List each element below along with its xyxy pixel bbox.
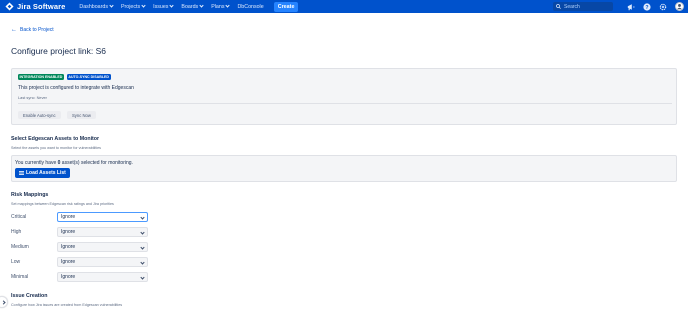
assets-section-title: Select Edgescan Assets to Monitor <box>11 136 100 142</box>
nav-dashboards-label: Dashboards <box>79 3 108 10</box>
integration-status-panel: INTEGRATION ENABLED AUTO-SYNC DISABLED T… <box>11 68 677 125</box>
risk-label-minimal: Minimal <box>11 274 29 280</box>
settings-icon[interactable] <box>659 3 667 11</box>
search-input[interactable] <box>564 3 612 10</box>
chevron-down-icon <box>141 3 146 8</box>
help-icon[interactable]: ? <box>643 2 651 11</box>
nav-plans[interactable]: Plans <box>211 3 231 10</box>
page-title: Configure project link: S6 <box>11 46 106 56</box>
high-priority-select[interactable]: Ignore <box>57 227 148 237</box>
nav-dbconsole[interactable]: DbConsole <box>237 4 263 10</box>
risk-row-critical: Critical Ignore <box>11 212 211 222</box>
user-avatar[interactable] <box>675 2 684 11</box>
list-icon <box>19 171 24 175</box>
back-link-label: Back to Project <box>20 27 54 33</box>
risk-row-medium: Medium Ignore <box>11 242 211 252</box>
minimal-priority-value: Ignore <box>61 274 76 280</box>
nav-plans-label: Plans <box>211 3 225 10</box>
minimal-priority-select[interactable]: Ignore <box>57 272 148 282</box>
risk-mappings-title: Risk Mappings <box>11 192 49 198</box>
load-assets-label: Load Assets List <box>26 170 66 176</box>
back-to-project-link[interactable]: ← Back to Project <box>11 27 54 33</box>
create-button[interactable]: Create <box>273 1 299 12</box>
jira-logo-text: Jira Software <box>17 2 66 11</box>
risk-label-critical: Critical <box>11 214 27 220</box>
integration-enabled-badge: INTEGRATION ENABLED <box>18 74 64 80</box>
risk-label-low: Low <box>11 259 21 265</box>
search-box[interactable] <box>553 2 613 11</box>
chevron-down-icon <box>225 3 231 8</box>
nav-projects-label: Projects <box>120 3 141 10</box>
critical-priority-select[interactable]: Ignore <box>57 212 148 222</box>
divider <box>18 103 672 104</box>
assets-section-subtitle: Select the assets you want to monitor fo… <box>11 146 101 150</box>
medium-priority-value: Ignore <box>61 244 76 250</box>
chevron-down-icon <box>199 3 204 8</box>
nav-boards-label: Boards <box>181 3 199 10</box>
enable-autosync-button[interactable]: Enable Auto-sync <box>18 111 61 119</box>
issue-creation-subtitle: Configure how Jira issues are created fr… <box>11 303 123 307</box>
last-sync-text: Last sync: Never <box>18 95 47 100</box>
chevron-down-icon <box>140 229 145 235</box>
jira-logo[interactable]: Jira Software <box>5 0 65 13</box>
sync-now-button[interactable]: Sync Now <box>67 111 96 119</box>
sidebar-expand-button[interactable] <box>0 296 8 308</box>
nav-issues-label: Issues <box>153 3 169 10</box>
low-priority-value: Ignore <box>61 259 76 265</box>
assets-selection-box: You currently have 0 asset(s) selected f… <box>11 155 677 182</box>
megaphone-icon[interactable] <box>627 3 635 11</box>
search-icon <box>556 4 561 9</box>
nav-projects[interactable]: Projects <box>120 3 146 10</box>
top-navigation-bar: Jira Software Dashboards Projects Issues… <box>0 0 688 13</box>
risk-label-high: High <box>11 229 22 235</box>
integration-description: This project is configured to integrate … <box>18 85 134 91</box>
assets-selected-message: You currently have 0 asset(s) selected f… <box>15 160 133 166</box>
chevron-down-icon <box>140 274 145 280</box>
risk-label-medium: Medium <box>11 244 29 250</box>
medium-priority-select[interactable]: Ignore <box>57 242 148 252</box>
arrow-left-icon: ← <box>11 27 17 33</box>
critical-priority-value: Ignore <box>61 214 76 220</box>
autosync-disabled-badge: AUTO-SYNC DISABLED <box>66 74 111 80</box>
chevron-down-icon <box>140 244 145 250</box>
jira-logo-icon <box>5 2 14 11</box>
assets-message-suffix: asset(s) selected for monitoring. <box>60 160 133 166</box>
nav-dashboards[interactable]: Dashboards <box>79 3 114 10</box>
load-assets-list-button[interactable]: Load Assets List <box>15 168 70 178</box>
chevron-down-icon <box>169 3 175 8</box>
risk-row-minimal: Minimal Ignore <box>11 272 211 282</box>
user-icon <box>677 4 682 10</box>
chevron-down-icon <box>140 259 145 265</box>
assets-message-prefix: You currently have <box>15 160 58 166</box>
risk-row-high: High Ignore <box>11 227 211 237</box>
chevron-down-icon <box>140 214 145 220</box>
high-priority-value: Ignore <box>61 229 76 235</box>
risk-row-low: Low Ignore <box>11 257 211 267</box>
nav-issues[interactable]: Issues <box>153 3 175 10</box>
issue-creation-title: Issue Creation <box>11 293 48 299</box>
risk-mappings-subtitle: Set mappings between Edgescan risk ratin… <box>11 202 114 206</box>
chevron-right-icon <box>0 299 6 305</box>
low-priority-select[interactable]: Ignore <box>57 257 148 267</box>
svg-text:?: ? <box>645 4 648 10</box>
nav-dbconsole-label: DbConsole <box>237 3 264 10</box>
nav-boards[interactable]: Boards <box>181 3 204 10</box>
chevron-down-icon <box>109 3 114 8</box>
